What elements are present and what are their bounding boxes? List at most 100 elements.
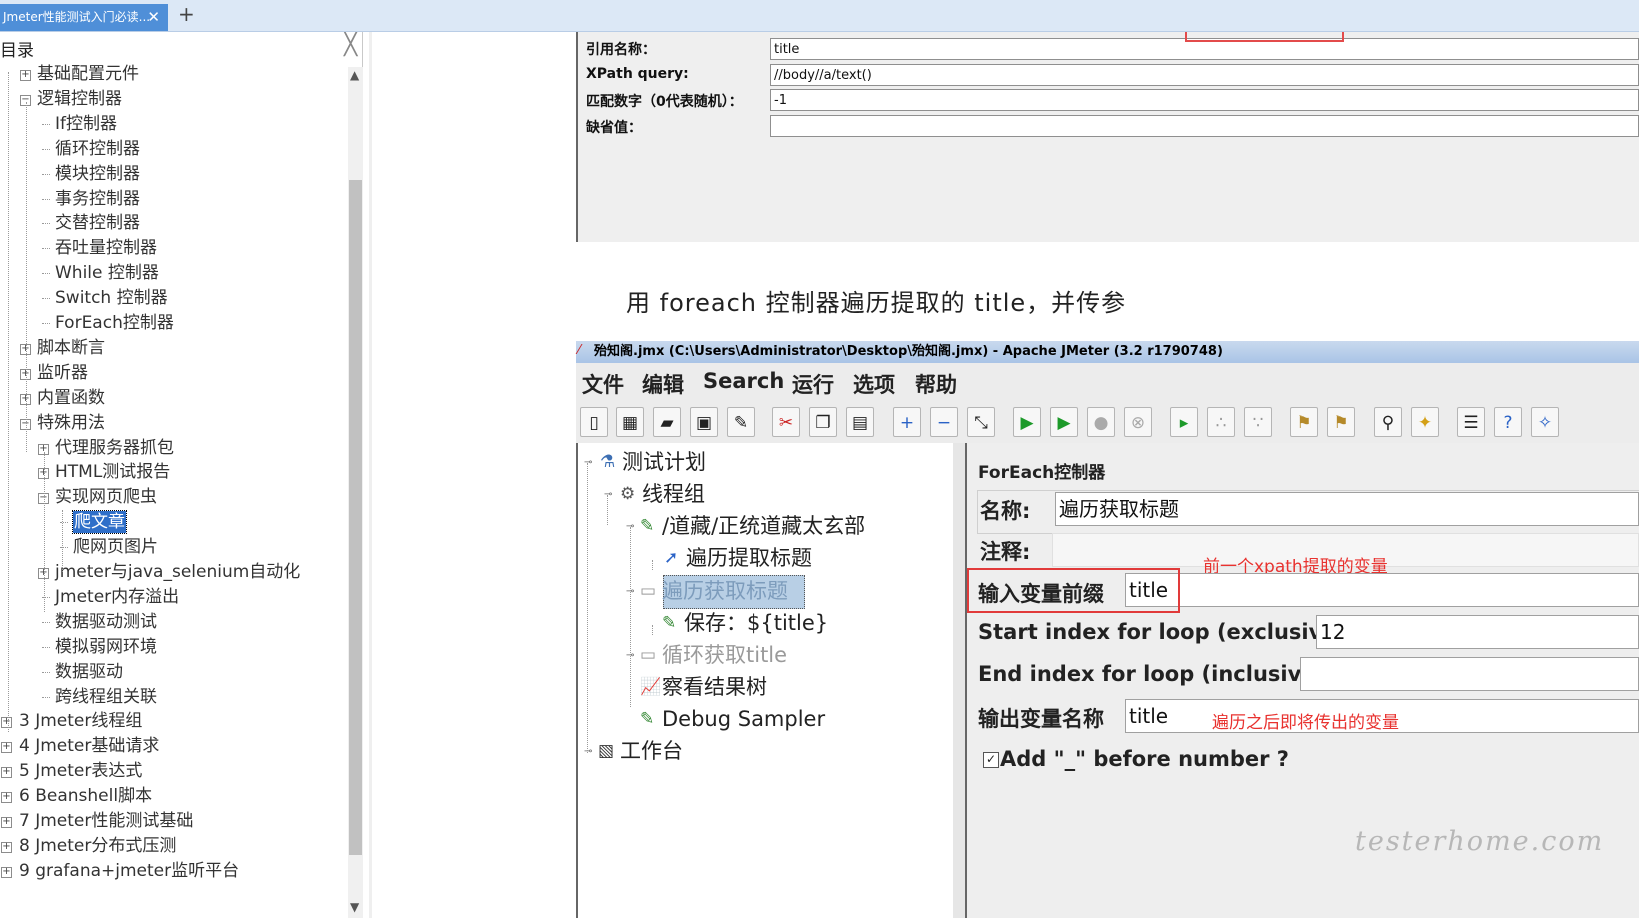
toc-item[interactable]: 数据驱动测试 <box>0 611 345 633</box>
toc-item[interactable]: 模块控制器 <box>0 163 345 185</box>
clear-all-icon[interactable]: ⚑ <box>1327 407 1355 437</box>
menu-file[interactable]: 文件 <box>582 369 624 399</box>
start-no-pause-icon[interactable]: ▶ <box>1050 407 1078 437</box>
toc-item[interactable]: + 基础配置元件 <box>0 63 345 85</box>
templates-icon[interactable]: ▦ <box>616 407 644 437</box>
scroll-down-icon[interactable]: ▼ <box>350 900 359 914</box>
toc-item[interactable]: + HTML测试报告 <box>0 461 345 483</box>
menu-search[interactable]: Search <box>703 369 784 393</box>
reset-search-icon[interactable]: ✦ <box>1411 407 1439 437</box>
toc-item[interactable]: +3 Jmeter线程组 <box>0 710 345 732</box>
paste-icon[interactable]: ▤ <box>846 407 874 437</box>
log-viewer-icon[interactable]: ✧ <box>1531 407 1559 437</box>
new-icon[interactable]: ▯ <box>580 407 608 437</box>
expand-icon[interactable]: + <box>1 817 12 828</box>
toggle-icon[interactable]: ⤡ <box>967 407 995 437</box>
save-icon[interactable]: ▣ <box>690 407 718 437</box>
toc-item-label: 爬文章 <box>72 510 127 535</box>
toc-item[interactable]: Switch 控制器 <box>0 287 345 309</box>
remote-stop-icon[interactable]: ∴ <box>1207 407 1235 437</box>
new-tab-button[interactable]: + <box>178 2 195 26</box>
toc-item[interactable]: Jmeter内存溢出 <box>0 586 345 608</box>
scroll-up-icon[interactable]: ▲ <box>350 68 359 82</box>
xpath-query-field[interactable]: //body//a/text() <box>770 64 1639 86</box>
tree-connector <box>42 123 50 125</box>
toc-item-label: 代理服务器抓包 <box>55 437 174 458</box>
end-index-field[interactable] <box>1300 657 1639 691</box>
tree-node-icon: ✎ <box>662 613 677 633</box>
toc-item[interactable]: + 监听器 <box>0 362 345 384</box>
match-no-field[interactable]: -1 <box>770 89 1639 111</box>
toc-item[interactable]: + jmeter与java_selenium自动化 <box>0 561 345 583</box>
toc-item-label: 6 Beanshell脚本 <box>19 786 153 807</box>
open-icon[interactable]: ▰ <box>653 407 681 437</box>
toc-item[interactable]: 事务控制器 <box>0 188 345 210</box>
toc-item[interactable]: 爬网页图片 <box>0 536 345 558</box>
toc-item[interactable]: + 代理服务器抓包 <box>0 437 345 459</box>
toc-item[interactable]: +8 Jmeter分布式压测 <box>0 835 345 857</box>
expand-icon[interactable]: + <box>893 407 921 437</box>
cut-icon[interactable]: ✂ <box>772 407 800 437</box>
start-index-field[interactable]: 12 <box>1316 615 1639 649</box>
toc-item[interactable]: +9 grafana+jmeter监听平台 <box>0 860 345 882</box>
input-prefix-field[interactable]: title <box>1125 573 1639 607</box>
toc-item[interactable]: 爬文章 <box>0 510 345 535</box>
toc-item[interactable]: +5 Jmeter表达式 <box>0 760 345 782</box>
expand-icon[interactable]: + <box>1 767 12 779</box>
default-value-field[interactable] <box>770 115 1639 137</box>
expand-icon[interactable]: + <box>1 717 12 729</box>
menu-help[interactable]: 帮助 <box>915 369 957 399</box>
toc-scroll-thumb[interactable] <box>349 180 362 855</box>
toc-item[interactable]: +4 Jmeter基础请求 <box>0 735 345 757</box>
toc-item[interactable]: 交替控制器 <box>0 212 345 234</box>
save-as-icon[interactable]: ✎ <box>727 407 755 437</box>
menu-run[interactable]: 运行 <box>792 369 834 399</box>
copy-icon[interactable]: ❐ <box>809 407 837 437</box>
expand-icon[interactable]: + <box>20 70 31 81</box>
article-caption: 用 foreach 控制器遍历提取的 title，并传参 <box>626 289 1127 317</box>
clear-icon[interactable]: ⚑ <box>1290 407 1318 437</box>
toc-item[interactable]: − 逻辑控制器 <box>0 88 345 110</box>
toc-item[interactable]: 循环控制器 <box>0 138 345 160</box>
collapse-icon[interactable]: − <box>930 407 958 437</box>
toc-item[interactable]: If控制器 <box>0 113 345 135</box>
start-icon[interactable]: ▶ <box>1013 407 1041 437</box>
stop-icon[interactable]: ● <box>1087 407 1115 437</box>
shutdown-icon[interactable]: ⊗ <box>1124 407 1152 437</box>
expand-icon[interactable]: + <box>1 841 12 853</box>
toc-item-label: 交替控制器 <box>55 213 140 234</box>
add-underscore-checkbox[interactable]: ✓ <box>983 752 999 768</box>
menu-edit[interactable]: 编辑 <box>642 369 684 399</box>
tree-toggle-icon[interactable]: ⊸ <box>584 739 592 765</box>
menu-options[interactable]: 选项 <box>853 369 895 399</box>
splitter-handle[interactable] <box>953 443 967 918</box>
ref-name-label: 引用名称： <box>586 42 656 58</box>
tree-toggle-icon[interactable]: ⊸ <box>604 482 612 508</box>
toc-item[interactable]: + 内置函数 <box>0 387 345 409</box>
expand-icon[interactable]: + <box>1 742 12 754</box>
toc-item[interactable]: 数据驱动 <box>0 661 345 683</box>
toc-item[interactable]: 模拟弱网环境 <box>0 636 345 658</box>
toc-item[interactable]: While 控制器 <box>0 262 345 284</box>
expand-icon[interactable]: + <box>1 792 12 804</box>
close-icon[interactable]: ✕ <box>147 4 160 30</box>
expand-icon[interactable]: + <box>1 866 12 878</box>
remote-shutdown-icon[interactable]: ∵ <box>1244 407 1272 437</box>
toc-item[interactable]: + 脚本断言 <box>0 337 345 359</box>
toc-item[interactable]: 吞吐量控制器 <box>0 237 345 259</box>
output-annotation: 遍历之后即将传出的变量 <box>1212 713 1399 733</box>
tree-toggle-icon[interactable]: ⊸ <box>584 450 592 476</box>
name-field[interactable]: 遍历获取标题 <box>1055 492 1639 526</box>
toc-item[interactable]: +7 Jmeter性能测试基础 <box>0 810 345 832</box>
function-helper-icon[interactable]: ☰ <box>1457 407 1485 437</box>
tab-active[interactable]: Jmeter性能测试入门必读... ✕ <box>0 4 168 31</box>
toc-item[interactable]: − 实现网页爬虫 <box>0 486 345 508</box>
toc-item[interactable]: 跨线程组关联 <box>0 686 345 708</box>
toc-item[interactable]: − 特殊用法 <box>0 412 345 434</box>
help-icon[interactable]: ? <box>1494 407 1522 437</box>
toc-item[interactable]: ForEach控制器 <box>0 312 345 334</box>
close-icon[interactable]: ╳ <box>344 32 357 57</box>
toc-item[interactable]: +6 Beanshell脚本 <box>0 785 345 807</box>
remote-start-icon[interactable]: ▸ <box>1170 407 1198 437</box>
search-icon[interactable]: ⚲ <box>1374 407 1402 437</box>
